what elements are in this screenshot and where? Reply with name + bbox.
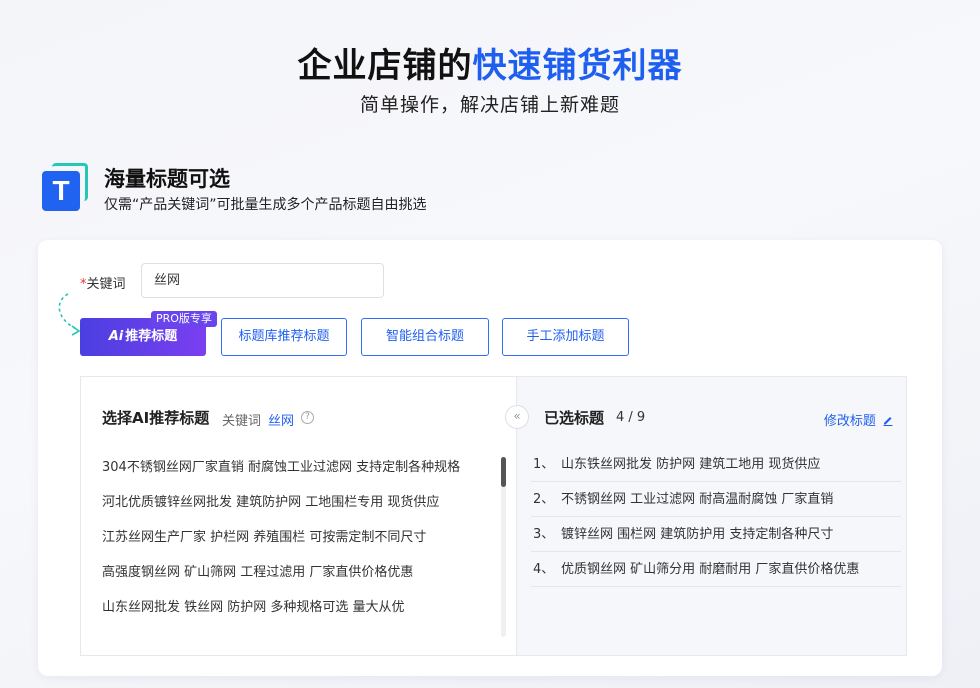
library-recommend-button[interactable]: 标题库推荐标题 [221,318,347,356]
recommend-list: 304不锈钢丝网厂家直销 耐腐蚀工业过滤网 支持定制各种规格 河北优质镀锌丝网批… [102,456,460,631]
selected-list: 1、 山东铁丝网批发 防护网 建筑工地用 现货供应 2、 不锈钢丝网 工业过滤网 耐… [531,447,901,587]
ai-recommend-pane: 选择AI推荐标题 关键词 丝网 ? 304不锈钢丝网厂家直销 耐腐蚀工业过滤网 … [81,377,516,655]
scrollbar-track[interactable] [501,457,506,637]
title-generator-card: *关键词 丝网 PRO版专享 Ai 推荐标题 标题库推荐标题 智能组合标题 手工添… [38,240,942,676]
selected-item[interactable]: 4、 优质钢丝网 矿山筛分用 耐磨耐用 厂家直供价格优惠 [531,552,901,587]
scrollbar-thumb[interactable] [501,457,506,487]
hero-subtitle: 简单操作，解决店铺上新难题 [359,94,620,116]
recommend-item[interactable]: 河北优质镀锌丝网批发 建筑防护网 工地围栏专用 现货供应 [102,491,460,526]
selected-count: 4 / 9 [616,410,646,425]
selected-item-number: 2、 [533,492,555,507]
selected-item[interactable]: 3、 镀锌丝网 围栏网 建筑防护用 支持定制各种尺寸 [531,517,901,552]
selected-item[interactable]: 2、 不锈钢丝网 工业过滤网 耐高温耐腐蚀 厂家直销 [531,482,901,517]
pro-badge: PRO版专享 [151,311,217,327]
recommend-item[interactable]: 江苏丝网生产厂家 护栏网 养殖围栏 可按需定制不同尺寸 [102,526,460,561]
selected-pane-title: 已选标题 [544,409,605,427]
keyword-label-text: 关键词 [86,277,126,292]
ai-recommend-label: 推荐标题 [125,329,178,344]
pencil-icon [883,417,893,426]
selected-item-text: 不锈钢丝网 工业过滤网 耐高温耐腐蚀 厂家直销 [561,492,834,507]
ai-pane-title: 选择AI推荐标题 [102,409,210,427]
ai-pane-keyword-value: 丝网 [268,414,295,429]
manual-add-button[interactable]: 手工添加标题 [502,318,629,356]
ai-icon: Ai [108,329,124,344]
recommend-item[interactable]: 304不锈钢丝网厂家直销 耐腐蚀工业过滤网 支持定制各种规格 [102,456,460,491]
selected-item-text: 优质钢丝网 矿山筛分用 耐磨耐用 厂家直供价格优惠 [561,562,860,577]
selected-titles-pane: 已选标题 4 / 9 修改标题 1、 山东铁丝网批发 防护网 建筑工地用 现货供应… [516,377,906,655]
selected-item-number: 1、 [533,457,555,472]
title-feature-icon: T [42,163,88,211]
keyword-input[interactable]: 丝网 [141,263,384,298]
selected-item-text: 镀锌丝网 围栏网 建筑防护用 支持定制各种尺寸 [561,527,834,542]
hero-title-highlight: 快速铺货利器 [472,46,683,86]
recommend-item[interactable]: 山东丝网批发 铁丝网 防护网 多种规格可选 量大从优 [102,596,460,631]
edit-titles-link[interactable]: 修改标题 [824,410,894,429]
hero-title-main: 企业店铺的 [297,46,473,86]
smart-combine-button[interactable]: 智能组合标题 [361,318,489,356]
recommend-item[interactable]: 高强度钢丝网 矿山筛网 工程过滤用 厂家直供价格优惠 [102,561,460,596]
title-selection-panel: 选择AI推荐标题 关键词 丝网 ? 304不锈钢丝网厂家直销 耐腐蚀工业过滤网 … [80,376,907,656]
edit-titles-label: 修改标题 [823,414,876,429]
hero-title: 企业店铺的快速铺货利器 [0,38,980,87]
feature-title: 海量标题可选 [104,167,230,191]
selected-item[interactable]: 1、 山东铁丝网批发 防护网 建筑工地用 现货供应 [531,447,901,482]
selected-item-text: 山东铁丝网批发 防护网 建筑工地用 现货供应 [561,457,821,472]
selected-item-number: 3、 [533,527,555,542]
feature-description: 仅需“产品关键词”可批量生成多个产品标题自由挑选 [104,197,427,213]
ai-pane-keyword-label: 关键词 [222,414,262,429]
help-icon[interactable]: ? [301,411,314,424]
selected-item-number: 4、 [533,562,555,577]
collapse-button[interactable]: « [505,405,529,429]
t-letter-icon: T [42,171,80,211]
